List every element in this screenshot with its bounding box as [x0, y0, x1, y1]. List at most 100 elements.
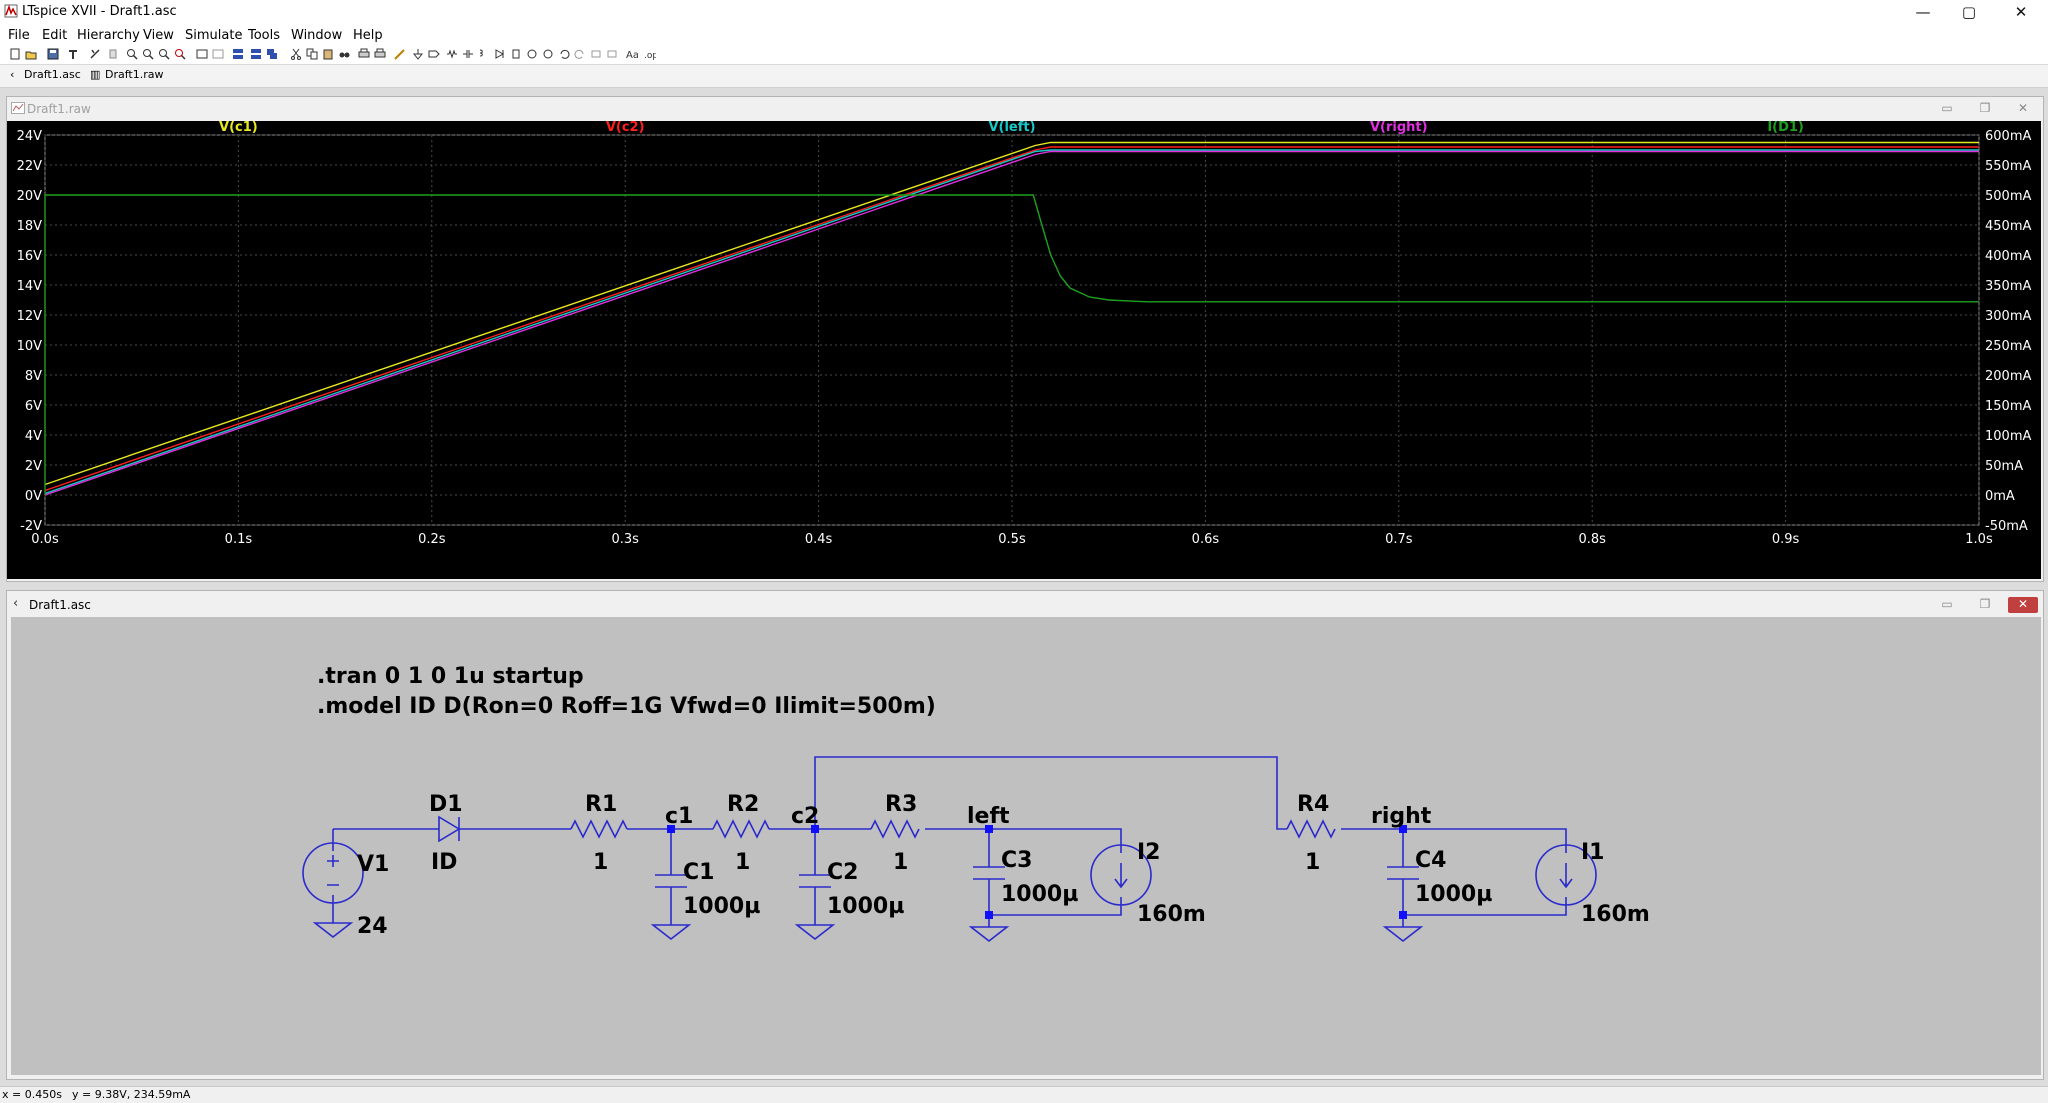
- i2-label: I2: [1137, 840, 1161, 865]
- resistor-icon[interactable]: [446, 48, 458, 60]
- rotate-icon[interactable]: [590, 48, 602, 60]
- y-right-tick-label: 300mA: [1985, 309, 2031, 324]
- tran-directive[interactable]: .tran 0 1 0 1u startup: [317, 664, 584, 689]
- waveform-minimize-button[interactable]: ▭: [1932, 101, 1962, 117]
- schematic-minimize-button[interactable]: ▭: [1932, 597, 1962, 613]
- menu-view[interactable]: View: [143, 28, 174, 43]
- v1-value: 24: [357, 914, 388, 939]
- toolbar: Aa .op: [0, 46, 2048, 65]
- y-left-tick-label: 14V: [17, 279, 43, 294]
- mirror-icon[interactable]: [606, 48, 618, 60]
- model-directive[interactable]: .model ID D(Ron=0 Roff=1G Vfwd=0 Ilimit=…: [317, 694, 936, 719]
- x-tick-label: 0.6s: [1192, 532, 1220, 547]
- legend-trace-name[interactable]: V(c1): [219, 121, 258, 135]
- label-net-icon[interactable]: [428, 48, 440, 60]
- inductor-icon[interactable]: [478, 48, 490, 60]
- diode-icon[interactable]: [494, 48, 506, 60]
- y-left-tick-label: 18V: [17, 219, 43, 234]
- c4-value: 1000µ: [1415, 882, 1492, 907]
- drag-icon[interactable]: [542, 48, 554, 60]
- close-button[interactable]: ✕: [1998, 0, 2044, 26]
- print-icon[interactable]: [358, 48, 370, 60]
- undo-icon[interactable]: [558, 48, 570, 60]
- window-icon[interactable]: [212, 48, 224, 60]
- y-right-tick-label: 50mA: [1985, 459, 2023, 474]
- tile-vertical-icon[interactable]: [250, 48, 262, 60]
- x-tick-label: 1.0s: [1965, 532, 1993, 547]
- menu-help[interactable]: Help: [353, 28, 383, 43]
- r1-label: R1: [585, 792, 617, 817]
- y-right-tick-label: 500mA: [1985, 189, 2031, 204]
- schematic-restore-button[interactable]: ❐: [1970, 597, 2000, 613]
- schematic-canvas[interactable]: .tran 0 1 0 1u startup .model ID D(Ron=0…: [11, 617, 2041, 1075]
- net-label-c2: c2: [791, 804, 819, 829]
- save-icon[interactable]: [47, 48, 59, 60]
- y-right-tick-label: 200mA: [1985, 369, 2031, 384]
- new-schematic-icon[interactable]: [9, 48, 21, 60]
- i1-value: 160m: [1581, 902, 1650, 927]
- find-icon[interactable]: [338, 48, 350, 60]
- print-preview-icon[interactable]: [374, 48, 386, 60]
- maximize-button[interactable]: ▢: [1946, 0, 1992, 26]
- control-panel-icon[interactable]: [67, 48, 79, 60]
- move-icon[interactable]: [526, 48, 538, 60]
- zoom-out-icon[interactable]: [158, 48, 170, 60]
- legend-trace-name[interactable]: V(c2): [606, 121, 645, 135]
- plot-background: [7, 121, 2041, 579]
- r1-value: 1: [593, 850, 608, 875]
- copy-icon[interactable]: [306, 48, 318, 60]
- i2-value: 160m: [1137, 902, 1206, 927]
- capacitor-icon[interactable]: [462, 48, 474, 60]
- waveform-window-titlebar[interactable]: Draft1.raw ▭ ❐ ✕: [7, 97, 2043, 121]
- waveform-plot[interactable]: 0.0s 0.1s 0.2s 0.3s 0.4s 0.5s 0.6s 0.7s 0.8s 0.9s…: [7, 121, 2041, 579]
- menu-simulate[interactable]: Simulate: [185, 28, 242, 43]
- run-icon[interactable]: [89, 48, 101, 60]
- cascade-icon[interactable]: [266, 48, 278, 60]
- menu-edit[interactable]: Edit: [42, 28, 67, 43]
- menu-file[interactable]: File: [8, 28, 30, 43]
- cursor-y-readout: y = 9.38V, 234.59mA: [72, 1088, 191, 1101]
- y-left-tick-label: 16V: [17, 249, 43, 264]
- y-right-tick-label: 350mA: [1985, 279, 2031, 294]
- autorange-icon[interactable]: [196, 48, 208, 60]
- r4-value: 1: [1305, 850, 1320, 875]
- waveform-tab-icon: ▥: [90, 68, 101, 81]
- text-icon[interactable]: Aa: [626, 48, 638, 60]
- paste-icon[interactable]: [322, 48, 334, 60]
- d1-model: ID: [431, 850, 457, 875]
- schematic-window-title: Draft1.asc: [29, 598, 91, 612]
- tab-draft1-raw[interactable]: Draft1.raw: [105, 68, 163, 81]
- open-icon[interactable]: [25, 48, 37, 60]
- component-icon[interactable]: [510, 48, 522, 60]
- ground-icon[interactable]: [412, 48, 424, 60]
- waveform-restore-button[interactable]: ❐: [1970, 101, 2000, 117]
- wire-icon[interactable]: [394, 48, 406, 60]
- menu-hierarchy[interactable]: Hierarchy: [77, 28, 140, 43]
- v1-label: V1: [357, 852, 389, 877]
- redo-icon[interactable]: [574, 48, 586, 60]
- halt-icon[interactable]: [107, 48, 119, 60]
- y-right-tick-label: 550mA: [1985, 159, 2031, 174]
- waveform-close-button[interactable]: ✕: [2008, 101, 2038, 117]
- minimize-button[interactable]: —: [1900, 0, 1946, 26]
- title-bar: LTspice XVII - Draft1.asc — ▢ ✕: [0, 0, 2048, 26]
- y-right-tick-label: 0mA: [1985, 489, 2015, 504]
- cut-icon[interactable]: [290, 48, 302, 60]
- schematic-close-button[interactable]: ✕: [2008, 597, 2038, 613]
- pan-icon[interactable]: [142, 48, 154, 60]
- zoom-in-icon[interactable]: [126, 48, 138, 60]
- x-tick-label: 0.2s: [418, 532, 446, 547]
- c1-value: 1000µ: [683, 894, 760, 919]
- c4-label: C4: [1415, 848, 1446, 873]
- y-right-tick-label: -50mA: [1985, 519, 2028, 534]
- zoom-fit-icon[interactable]: [174, 48, 186, 60]
- legend-trace-name[interactable]: V(left): [988, 121, 1035, 135]
- menu-window[interactable]: Window: [291, 28, 342, 43]
- x-tick-label: 0.1s: [225, 532, 253, 547]
- menu-tools[interactable]: Tools: [248, 28, 280, 43]
- tab-draft1-asc[interactable]: Draft1.asc: [24, 68, 81, 81]
- spice-directive-icon[interactable]: .op: [644, 48, 656, 60]
- tile-horizontal-icon[interactable]: [232, 48, 244, 60]
- legend-trace-name[interactable]: V(right): [1370, 121, 1428, 135]
- legend-trace-name[interactable]: I(D1): [1767, 121, 1804, 135]
